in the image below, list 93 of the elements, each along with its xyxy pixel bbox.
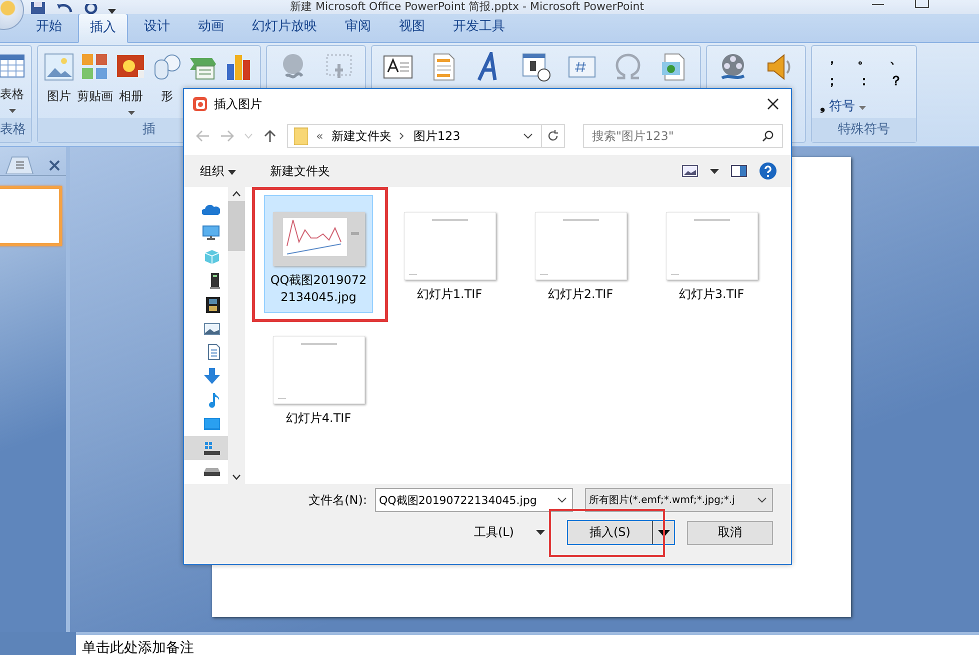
refresh-icon[interactable] — [547, 130, 559, 142]
drive-icon — [204, 468, 220, 476]
cloud-icon — [202, 202, 220, 215]
symbol-button[interactable]: ； — [820, 72, 844, 90]
breadcrumb[interactable]: 新建文件夹 — [331, 128, 392, 144]
file-name-field[interactable]: QQ截图20190722134045.jpg — [375, 488, 573, 512]
group-label: 特殊符号 — [812, 118, 916, 142]
search-field[interactable]: 搜索"图片123" — [583, 124, 783, 148]
up-arrow-icon[interactable] — [263, 129, 277, 143]
chevron-down-icon[interactable] — [523, 133, 533, 139]
ribbon-tab[interactable]: 视图 — [387, 12, 437, 42]
save-icon[interactable] — [30, 2, 46, 14]
film-icon — [206, 296, 220, 313]
caret-icon[interactable] — [536, 530, 545, 535]
ribbon-tab[interactable]: 开始 — [24, 12, 74, 42]
help-icon[interactable] — [759, 162, 777, 180]
ribbon-button-label[interactable]: 形 — [161, 88, 173, 105]
app-icon — [192, 96, 208, 112]
picture-icon — [44, 52, 74, 82]
symbol-button[interactable]: ❟ 符号 — [820, 94, 908, 118]
caret-icon[interactable] — [658, 530, 670, 537]
overflow-button[interactable]: « — [316, 129, 324, 143]
caret-icon[interactable] — [710, 168, 719, 174]
cube-icon — [204, 248, 220, 265]
redo-icon[interactable] — [84, 4, 98, 14]
shapes-icon — [152, 52, 182, 82]
file-name: QQ截图20190722134045.jpg — [269, 272, 368, 306]
file-type-dropdown[interactable]: 所有图片(*.emf;*.wmf;*.jpg;*.j — [585, 488, 773, 512]
ribbon-button-label[interactable]: 相册 — [119, 88, 143, 105]
organize-button[interactable]: 组织 — [196, 160, 240, 182]
dialog-title: 插入图片 — [214, 96, 262, 112]
file-item[interactable]: 幻灯片2.TIF — [526, 195, 635, 313]
tools-button[interactable]: 工具(L) — [468, 523, 520, 542]
ribbon-tab[interactable]: 开发工具 — [441, 12, 517, 42]
insert-dropdown-button[interactable] — [652, 521, 674, 544]
clipart-icon — [80, 52, 110, 82]
image-icon — [204, 322, 220, 335]
chevron-down-icon[interactable] — [757, 497, 767, 503]
file-name: 幻灯片2.TIF — [546, 286, 614, 303]
cancel-button[interactable]: 取消 — [687, 520, 773, 544]
notes-placeholder[interactable]: 单击此处添加备注 — [82, 638, 194, 655]
scroll-down-icon[interactable] — [232, 474, 241, 480]
file-name: 幻灯片3.TIF — [678, 286, 746, 303]
preview-pane-icon[interactable] — [731, 165, 747, 177]
file-item[interactable]: 幻灯片3.TIF — [657, 195, 766, 313]
scrollbar-thumb[interactable] — [228, 201, 245, 251]
symbol-button[interactable]: 、 — [884, 50, 908, 68]
ribbon-tab[interactable]: 幻灯片放映 — [240, 12, 329, 42]
ribbon-tab[interactable]: 插入 — [78, 13, 128, 43]
ribbon-button-label[interactable]: 图片 — [47, 88, 71, 105]
ribbon-button-label[interactable]: 表格 — [0, 86, 24, 103]
symbol-button[interactable]: ？ — [884, 72, 908, 90]
computer-icon — [202, 224, 220, 241]
chevron-down-icon[interactable] — [557, 497, 567, 503]
slide-thumbnail[interactable] — [0, 186, 62, 246]
table-icon — [0, 52, 26, 80]
symbol-button[interactable]: ， — [820, 50, 844, 68]
view-icon[interactable] — [682, 165, 698, 177]
file-item[interactable]: QQ截图20190722134045.jpg — [264, 195, 373, 313]
undo-icon[interactable] — [56, 4, 74, 14]
group-label: 表格 — [0, 118, 31, 142]
file-item[interactable]: 幻灯片1.TIF — [395, 195, 504, 313]
window-title: 新建 Microsoft Office PowerPoint 简报.pptx - Microsoft PowerPoint — [290, 0, 644, 13]
outline-tab[interactable] — [4, 156, 34, 174]
chevron-right-icon[interactable] — [399, 132, 406, 140]
close-icon[interactable] — [767, 98, 779, 110]
search-icon[interactable] — [762, 130, 774, 142]
ribbon-tab[interactable]: 设计 — [132, 12, 182, 42]
ribbon-tab[interactable]: 动画 — [186, 12, 236, 42]
tower-icon — [210, 272, 220, 289]
symbol-button[interactable]: ： — [852, 72, 876, 90]
folder-icon — [294, 127, 308, 145]
nav-item[interactable] — [184, 436, 228, 460]
monitor-icon — [204, 417, 220, 432]
address-bar[interactable]: « 新建文件夹 图片123 — [287, 124, 565, 148]
file-name: 幻灯片4.TIF — [284, 410, 352, 427]
caret-icon[interactable] — [228, 170, 236, 174]
ribbon-button-label[interactable]: 剪贴画 — [77, 88, 113, 105]
calendar-icon — [521, 52, 551, 82]
music-note-icon — [208, 392, 220, 408]
file-item[interactable]: 幻灯片4.TIF — [264, 319, 373, 434]
breadcrumb[interactable]: 图片123 — [413, 128, 460, 144]
symbol-button[interactable]: 。 — [852, 50, 876, 68]
omega-icon — [613, 52, 643, 82]
file-name-label: 文件名(N): — [308, 492, 367, 508]
drive-icon — [204, 441, 220, 456]
insert-button[interactable]: 插入(S) — [568, 521, 652, 544]
document-icon — [208, 344, 220, 360]
file-name: 幻灯片1.TIF — [416, 286, 484, 303]
new-folder-button[interactable]: 新建文件夹 — [266, 160, 334, 182]
scroll-up-icon[interactable] — [232, 191, 241, 197]
ribbon-tab[interactable]: 审阅 — [333, 12, 383, 42]
download-icon — [204, 368, 220, 384]
